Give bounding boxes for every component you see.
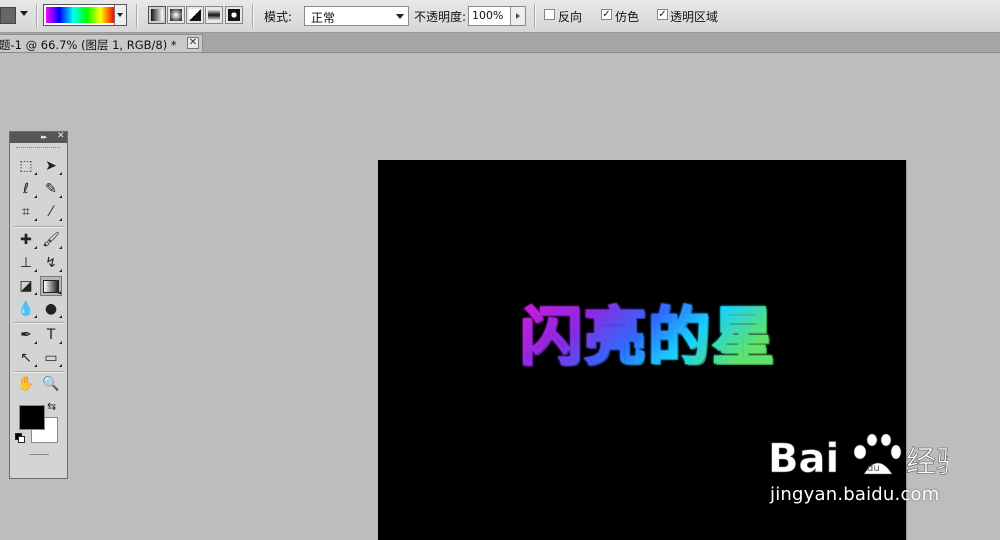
mode-select[interactable]: 正常 (304, 6, 409, 26)
separator (14, 322, 64, 324)
gradient-dropdown-icon[interactable] (114, 5, 126, 25)
tool-preset-dropdown-icon[interactable] (20, 11, 28, 16)
reverse-checkbox[interactable] (544, 9, 555, 20)
crop-tool-icon[interactable]: ⌗ (15, 202, 37, 222)
tools-panel-header[interactable]: ▸▸ ✕ (10, 131, 67, 143)
blur-tool-icon[interactable]: 💧 (15, 299, 37, 319)
separator (36, 4, 38, 28)
separator (252, 4, 254, 28)
separator (136, 4, 138, 28)
default-colors-icon[interactable] (15, 433, 25, 443)
reverse-label: 反向 (558, 10, 583, 24)
angle-gradient-button[interactable] (186, 6, 204, 24)
chevron-down-icon (396, 14, 404, 19)
diamond-gradient-button[interactable] (225, 6, 243, 24)
gradient-picker[interactable] (43, 4, 127, 26)
gradient-tool-icon[interactable] (40, 276, 62, 296)
mode-label: 模式: (264, 10, 293, 24)
mode-value: 正常 (311, 11, 336, 25)
eyedropper-tool-icon[interactable]: ⁄ (40, 202, 62, 222)
opacity-label: 不透明度: (414, 10, 467, 24)
foreground-color-swatch[interactable] (19, 405, 45, 430)
close-icon[interactable]: ✕ (57, 131, 65, 141)
transparency-label: 透明区域 (670, 10, 719, 24)
document-canvas[interactable]: 闪亮的星 闪亮的星 (378, 160, 906, 540)
quick-selection-tool-icon[interactable]: ✎ (40, 179, 62, 199)
brush-tool-icon[interactable]: 🖌 (40, 230, 62, 250)
healing-brush-tool-icon[interactable]: ✚ (15, 230, 37, 250)
opacity-value: 100% (472, 9, 504, 22)
tools-panel: ▸▸ ✕ ⬚ ➤ ℓ ✎ ⌗ ⁄ ✚ 🖌 ⊥ ↯ ◪ 💧 ● ✒ T ↖ ▭ ✋… (9, 131, 68, 479)
opacity-input[interactable]: 100% (468, 6, 511, 26)
separator (14, 371, 64, 373)
options-bar: 模式: 正常 不透明度: 100% 反向 ✓ 仿色 ✓ 透明区域 (0, 0, 1000, 33)
dither-checkbox[interactable]: ✓ (601, 9, 612, 20)
type-tool-icon[interactable]: T (40, 325, 62, 345)
eraser-tool-icon[interactable]: ◪ (15, 276, 37, 296)
clone-stamp-tool-icon[interactable]: ⊥ (15, 253, 37, 273)
quick-mask-button[interactable] (29, 454, 49, 455)
move-tool-icon[interactable]: ➤ (40, 156, 62, 176)
neon-text-echo: 闪亮的星 (522, 302, 778, 375)
close-icon[interactable]: ✕ (187, 37, 199, 49)
dither-label: 仿色 (615, 10, 640, 24)
lasso-tool-icon[interactable]: ℓ (15, 179, 37, 199)
jingyan-text: 经验 (906, 445, 948, 480)
zoom-tool-icon[interactable]: 🔍 (40, 374, 62, 394)
reflected-gradient-button[interactable] (205, 6, 223, 24)
separator (534, 4, 536, 28)
du-mark: du (867, 463, 880, 474)
panel-grip[interactable] (16, 147, 60, 150)
gradient-preview[interactable] (46, 7, 114, 23)
shape-tool-icon[interactable]: ▭ (40, 348, 62, 368)
dodge-tool-icon[interactable]: ● (40, 299, 62, 319)
baidu-brand-text: Bai (768, 436, 839, 480)
document-tab[interactable]: 无标题-1 @ 66.7% (图层 1, RGB/8) * ✕ (0, 34, 203, 52)
baidu-jingyan-logo: Bai 经验 du (768, 418, 966, 483)
hand-tool-icon[interactable]: ✋ (15, 374, 37, 394)
tool-preset-picker[interactable] (0, 7, 16, 24)
opacity-slider-button[interactable] (510, 6, 526, 26)
document-tab-bar: 无标题-1 @ 66.7% (图层 1, RGB/8) * ✕ (0, 33, 1000, 53)
watermark-url: jingyan.baidu.com (770, 484, 940, 505)
neon-text-artwork: 闪亮的星 闪亮的星 (519, 299, 778, 376)
linear-gradient-button[interactable] (148, 6, 166, 24)
pen-tool-icon[interactable]: ✒ (15, 325, 37, 345)
marquee-tool-icon[interactable]: ⬚ (15, 156, 37, 176)
collapse-icon[interactable]: ▸▸ (41, 133, 47, 141)
radial-gradient-button[interactable] (167, 6, 185, 24)
swap-colors-icon[interactable]: ⇆ (47, 400, 56, 413)
separator (14, 226, 64, 228)
history-brush-tool-icon[interactable]: ↯ (40, 253, 62, 273)
document-tab-title: 无标题-1 @ 66.7% (图层 1, RGB/8) * (0, 38, 177, 51)
path-selection-tool-icon[interactable]: ↖ (15, 348, 37, 368)
transparency-checkbox[interactable]: ✓ (657, 9, 668, 20)
